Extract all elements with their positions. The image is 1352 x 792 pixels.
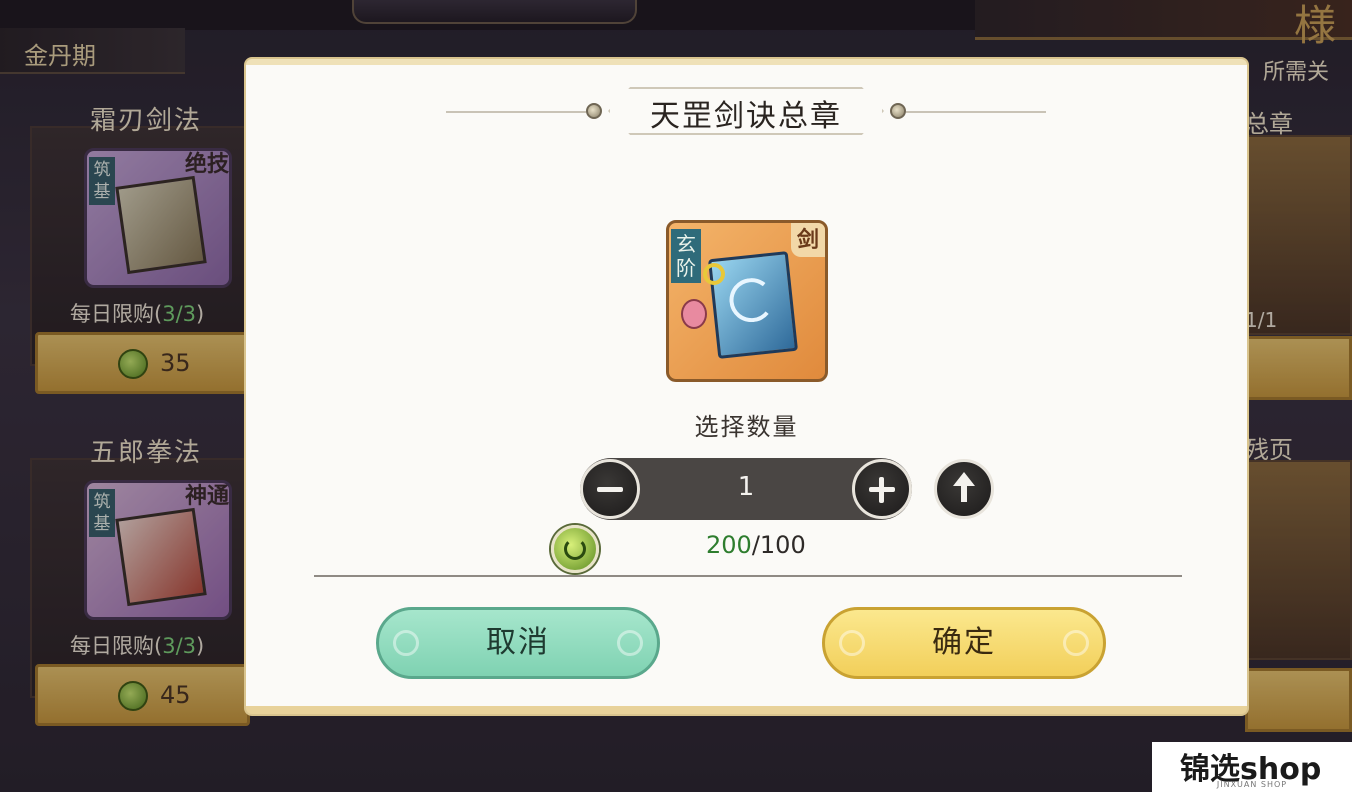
header-line — [446, 111, 586, 113]
dialog-header: 天罡剑诀总章 — [446, 85, 1046, 139]
cost-display: 200/100 — [706, 531, 806, 559]
swirl-ornament-icon — [839, 630, 865, 656]
item-icon: 玄阶 剑 — [666, 220, 828, 382]
coin-swirl — [564, 538, 586, 560]
minus-icon — [597, 487, 623, 492]
watermark-sub: JINXUAN SHOP — [1216, 780, 1288, 789]
plus-icon — [879, 477, 884, 503]
charm-icon — [681, 299, 707, 329]
cancel-label: 取消 — [486, 625, 550, 660]
swirl-mark — [727, 275, 776, 325]
spirit-stone-coin-icon — [551, 525, 599, 573]
confirm-label: 确定 — [932, 625, 996, 660]
quantity-label: 选择数量 — [694, 413, 799, 441]
swirl-ornament-icon — [617, 630, 643, 656]
required-amount: 100 — [759, 531, 806, 559]
quantity-stepper: 1 — [580, 458, 912, 520]
swirl-ornament-icon — [1063, 630, 1089, 656]
swirl-ornament-icon — [393, 630, 419, 656]
cancel-button[interactable]: 取消 — [376, 607, 660, 679]
ornament-knob-icon — [890, 103, 906, 119]
arrow-up-stem — [961, 484, 967, 502]
ornament-knob-icon — [586, 103, 602, 119]
confirm-button[interactable]: 确定 — [822, 607, 1106, 679]
header-line — [906, 111, 1046, 113]
divider — [314, 575, 1182, 577]
dialog-title: 天罡剑诀总章 — [650, 99, 842, 134]
purchase-dialog: 天罡剑诀总章 玄阶 剑 选择数量 1 200/100 取消 确定 — [246, 59, 1247, 714]
quantity-value[interactable]: 1 — [650, 472, 842, 502]
item-type-tag: 剑 — [791, 223, 825, 257]
item-grade-badge: 玄阶 — [671, 229, 701, 283]
cost-separator: / — [751, 531, 760, 559]
decrease-button[interactable] — [580, 459, 640, 519]
increase-button[interactable] — [852, 459, 912, 519]
ring-icon — [703, 263, 725, 285]
owned-amount: 200 — [706, 531, 752, 559]
watermark: 锦选shop JINXUAN SHOP — [1152, 742, 1352, 792]
max-quantity-button[interactable] — [934, 459, 994, 519]
